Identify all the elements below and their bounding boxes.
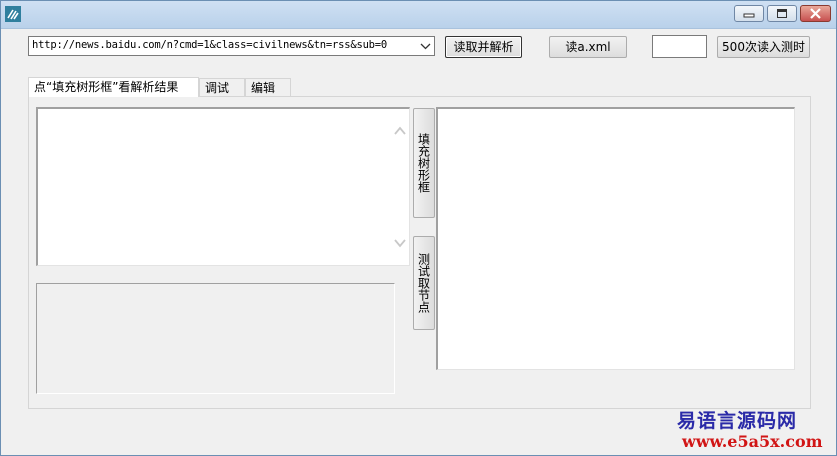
watermark-url: www.e5a5x.com [682, 432, 823, 451]
app-icon [5, 6, 21, 22]
timing-button[interactable]: 500次读入测时 [717, 36, 810, 58]
count-input[interactable] [652, 35, 707, 58]
scroll-up-icon[interactable] [392, 123, 408, 139]
parse-button[interactable]: 读取并解析 [445, 36, 522, 58]
fill-tree-label: 填充树形框 [416, 133, 431, 193]
test-node-button[interactable]: 测试取节点 [413, 236, 435, 330]
close-icon [801, 6, 830, 21]
read-xml-button[interactable]: 读a.xml [549, 36, 627, 58]
watermark-title: 易语言源码网 [677, 410, 798, 432]
title-bar[interactable] [1, 1, 836, 29]
tab-parse-result[interactable]: 点“填充树形框”看解析结果 [28, 77, 199, 97]
maximize-button[interactable] [767, 5, 797, 22]
result-textarea[interactable] [436, 107, 795, 370]
tree-view[interactable] [36, 107, 410, 266]
test-node-label: 测试取节点 [416, 253, 431, 313]
scroll-down-icon[interactable] [392, 235, 408, 251]
main-window: http://news.baidu.com/n?cmd=1&class=civi… [0, 0, 837, 456]
tab-edit[interactable]: 编辑 [245, 78, 291, 96]
minimize-icon [735, 6, 763, 21]
tab-debug[interactable]: 调试 [199, 78, 245, 96]
maximize-icon [768, 6, 796, 21]
output-box[interactable] [36, 283, 395, 394]
minimize-button[interactable] [734, 5, 764, 22]
chevron-down-icon[interactable] [417, 37, 434, 55]
close-button[interactable] [800, 5, 831, 22]
fill-tree-button[interactable]: 填充树形框 [413, 108, 435, 218]
url-value[interactable]: http://news.baidu.com/n?cmd=1&class=civi… [32, 39, 387, 51]
url-combobox[interactable]: http://news.baidu.com/n?cmd=1&class=civi… [28, 36, 435, 56]
